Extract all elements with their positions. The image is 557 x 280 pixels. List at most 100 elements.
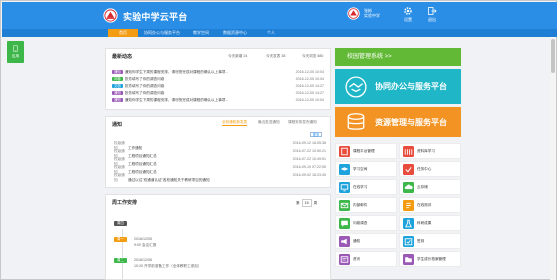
news-item[interactable]: 通知 通知你学生下周的课程安排，请尽快完成对课程的确认以上事项... 2016-1…: [112, 98, 332, 103]
office-service-banner[interactable]: 协同办公与服务平台: [335, 69, 461, 104]
sidebar-apps-tab[interactable]: 应用: [7, 41, 24, 63]
gear-icon: [404, 7, 412, 15]
app-tile-checkin[interactable]: 签到: [399, 233, 461, 249]
checkin-icon: [403, 236, 414, 247]
nav-home[interactable]: 首页: [108, 29, 138, 37]
app-tile-label: 资讯: [353, 257, 361, 261]
book-icon: [339, 146, 350, 157]
app-tile-online-test[interactable]: 在线测评: [399, 197, 461, 213]
notice-more-button[interactable]: 更多: [310, 132, 322, 137]
user-school: 实验中学: [364, 13, 380, 18]
notice-category: 校级通知: [114, 173, 125, 182]
settings-button[interactable]: 设置: [403, 6, 413, 23]
main-nav: 首页 协同办公与服务平台 教学空间 数据资源中心 个人: [2, 29, 557, 37]
app-tile-internal-mail[interactable]: 内部邮件: [335, 197, 397, 213]
news-panel: 最新动态 今天新增 24 今天发表 38 今天浏览 880 通知 通知你学生下周的…: [105, 48, 331, 110]
nav-office[interactable]: 协同办公与服务平台: [139, 29, 185, 37]
week-selector[interactable]: 第 15 周: [296, 199, 317, 207]
logout-button[interactable]: 退出: [427, 6, 437, 23]
schedule-day-badge: 周一: [114, 237, 127, 242]
megaphone-icon: [339, 236, 350, 247]
chat-icon: [339, 218, 350, 229]
nav-data-center[interactable]: 数据资源中心: [218, 29, 252, 37]
resource-service-label: 资源管理与服务平台: [375, 118, 447, 127]
handshake-icon: [345, 76, 367, 98]
notice-row[interactable]: 校级通知 工程项目通知汇总 2016-07-22 10:49:51: [114, 157, 326, 166]
app-tile-cloud-storage[interactable]: 云存储: [399, 179, 461, 195]
sidebar-apps-label: 应用: [11, 54, 20, 58]
platform-title: 实验中学云平台: [123, 12, 188, 22]
notice-row[interactable]: 校级通知 工程项目通知汇总 2016-07-22 10:50:21: [114, 149, 326, 158]
nav-personal[interactable]: 个人: [260, 29, 282, 37]
page-scrollbar[interactable]: [550, 37, 556, 280]
news-tag: 文档: [112, 84, 123, 88]
app-tile-learning-space[interactable]: 学习空间: [335, 161, 397, 177]
app-tile-course-management[interactable]: 课程平台管理: [335, 143, 397, 159]
week-prefix: 第: [296, 201, 300, 205]
scrollbar-thumb[interactable]: [551, 39, 555, 73]
app-tile-label: 科研成果: [417, 221, 432, 225]
news-icon: [339, 254, 350, 265]
schedule-date: 2016/12/05: [134, 237, 152, 241]
resource-service-banner[interactable]: 资源管理与服务平台: [335, 107, 461, 137]
app-tile-online-learning[interactable]: 在线学习: [335, 179, 397, 195]
stat-new: 今天新增 24: [228, 54, 248, 58]
tab-school-notice[interactable]: 全校通知新发表: [222, 120, 248, 126]
notice-date: 2016-09-02 16:23:45: [292, 173, 326, 177]
news-text: 张芳填写了你的调查问卷: [124, 77, 165, 81]
week-schedule-panel: 周工作安排 第 15 周 周四 周一 2016/12/05 9:00 会议汇报 周二…: [105, 194, 331, 280]
app-tile-label: 课程平台管理: [353, 149, 375, 153]
campus-management-banner[interactable]: 校园管理系统 >>: [335, 48, 461, 66]
news-text: 通知你学生下周的课程安排，请尽快完成对课程的确认以上事项...: [124, 98, 229, 102]
schedule-text[interactable]: 10:20 开学前准备工作（全体教职工参加）: [134, 264, 202, 269]
news-tag: 问卷: [112, 77, 123, 81]
exam-icon: [403, 200, 414, 211]
office-service-label: 协同办公与服务平台: [375, 82, 447, 91]
app-tile-notice[interactable]: 通知: [335, 233, 397, 249]
app-tile-survey[interactable]: 问卷调查: [335, 215, 397, 231]
tab-recent-notice[interactable]: 最近发送通知: [258, 120, 280, 125]
notice-tabs: 全校通知新发表 最近发送通知 课程安排发布通知: [222, 120, 330, 126]
stat-published: 今天发表 38: [266, 54, 286, 58]
user-avatar: [347, 7, 360, 20]
folder-icon: [403, 254, 414, 265]
notice-date: 2016-07-22 10:49:51: [292, 157, 326, 161]
cap-icon: [339, 164, 350, 175]
news-item[interactable]: 问卷 张芳填写了你的调查问卷 2016-12-05 10:04: [112, 77, 332, 82]
app-tile-label: 任务中心: [417, 167, 432, 171]
user-info[interactable]: 张彬 实验中学: [364, 8, 380, 18]
school-logo-icon: [103, 8, 118, 23]
app-tile-student-archive[interactable]: 学生成长档案管理: [399, 251, 461, 267]
notice-row[interactable]: 校级通知 通过以往"双通道认证"各校通知关于教研项目的通知 2016-09-02 1…: [114, 173, 326, 182]
news-item[interactable]: 通知 张芳填写了你的调查问卷 2016-12-05 14:27: [112, 91, 332, 96]
tab-course-notice[interactable]: 课程安排发布通知: [288, 120, 317, 125]
monitor-icon: [339, 182, 350, 193]
news-date: 2016-12-05 14:27: [295, 91, 324, 95]
mail-icon: [339, 200, 350, 211]
logout-label: 退出: [428, 17, 436, 22]
app-tile-task-center[interactable]: 任务中心: [399, 161, 461, 177]
cloud-icon: [403, 182, 414, 193]
news-date: 2016-12-05 10:04: [295, 77, 324, 81]
phone-icon: [13, 45, 18, 52]
week-number[interactable]: 15: [301, 199, 312, 207]
notice-row[interactable]: 校级通知 工程项目通知汇总 2016-09-19 07:22:55: [114, 165, 326, 174]
notice-row[interactable]: 校级通知 工作通知 2016-09-12 16:05:38: [114, 141, 326, 150]
notice-date: 2016-09-19 07:22:55: [292, 165, 326, 169]
schedule-text[interactable]: 9:00 会议汇报: [134, 243, 156, 248]
app-tile-research[interactable]: 科研成果: [399, 215, 461, 231]
app-tile-news[interactable]: 资讯: [335, 251, 397, 267]
news-item[interactable]: 通知 通知你学生下周的课程安排，请尽快完成对课程的确认以上事项... 2016-1…: [112, 70, 332, 75]
stat-views: 今天浏览 880: [302, 54, 324, 58]
flask-icon: [403, 218, 414, 229]
news-date: 2016-12-05 14:27: [295, 84, 324, 88]
schedule-day-badge: 周二: [114, 258, 127, 263]
news-text: 张芳填写了你的调查问卷: [124, 91, 165, 95]
app-tile-library[interactable]: 资料库学习: [399, 143, 461, 159]
app-tile-label: 资料库学习: [417, 149, 435, 153]
nav-teaching[interactable]: 教学空间: [188, 29, 214, 37]
notice-text: 通过以往"双通道认证"各校通知关于教研项目的通知: [128, 178, 210, 182]
notice-panel: 通知 全校通知新发表 最近发送通知 课程安排发布通知 更多 校级通知 工作通知 20…: [105, 116, 331, 188]
news-item[interactable]: 文档 张芳填写了你的调查问卷 2016-12-05 14:27: [112, 84, 332, 89]
news-text: 张芳填写了你的调查问卷: [124, 84, 165, 88]
